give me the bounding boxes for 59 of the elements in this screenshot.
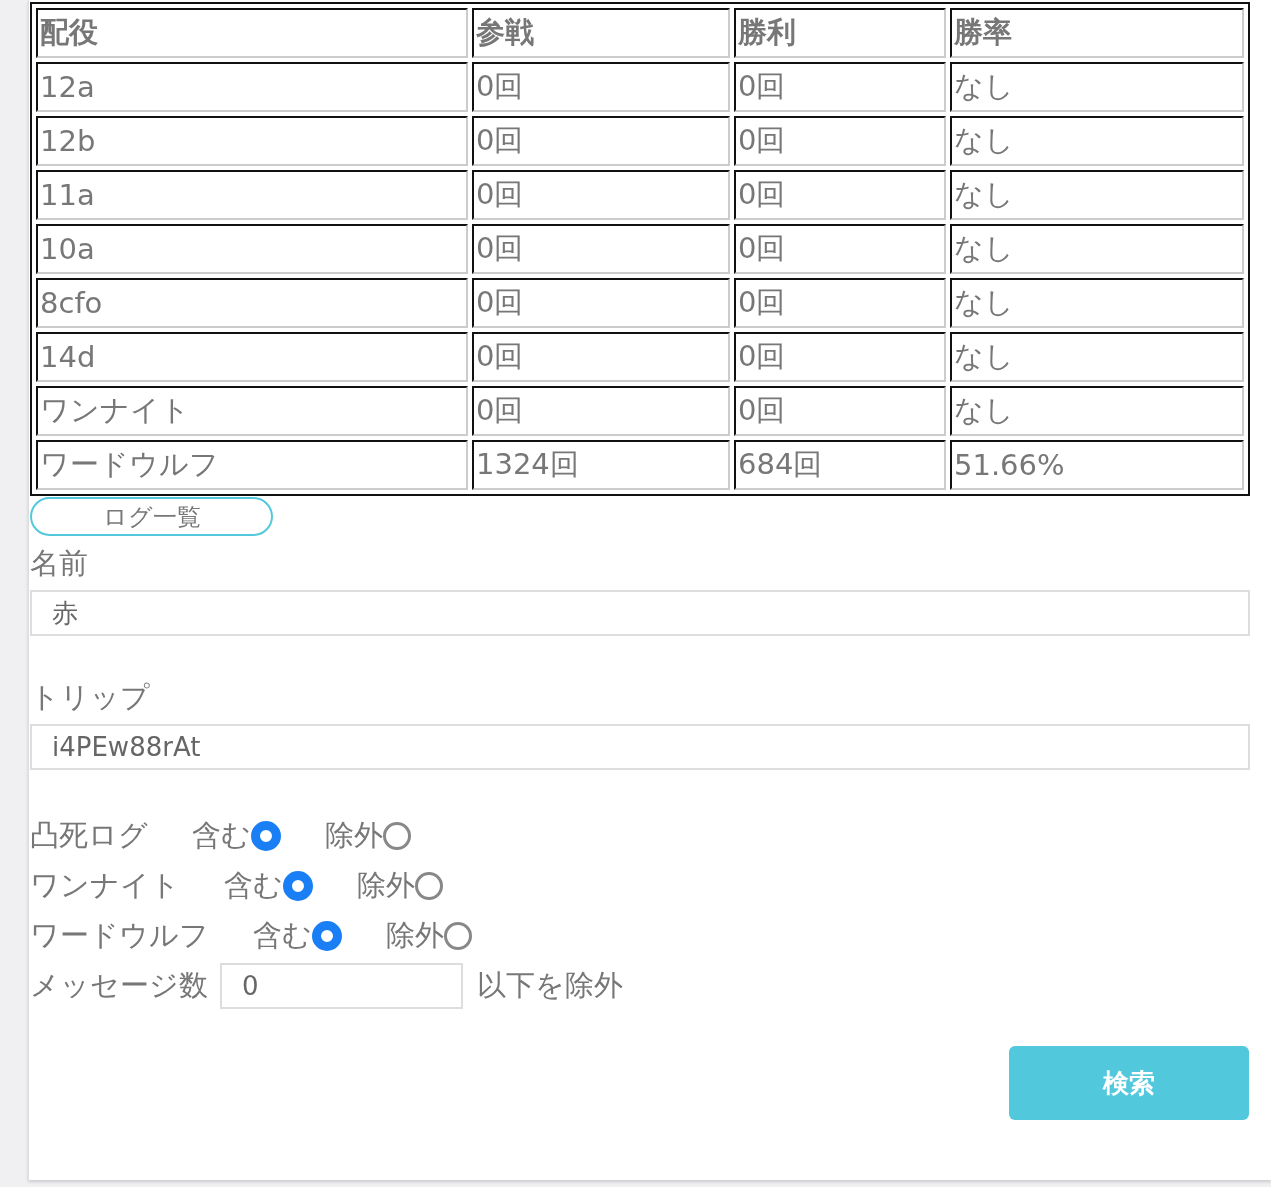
message-count-field[interactable]: 0 [220,963,463,1009]
table-cell: なし [950,116,1244,166]
table-cell: なし [950,332,1244,382]
radio-option[interactable]: 含む [224,866,313,906]
radio-option[interactable]: 除外 [325,816,411,856]
radio-option[interactable]: 除外 [357,866,443,906]
column-header: 勝率 [950,8,1244,58]
radio-button[interactable] [251,821,281,851]
table-cell: 8cfo [36,278,468,328]
table-cell: 0回 [472,332,730,382]
filter-label: メッセージ数 [30,967,208,1004]
table-cell: 11a [36,170,468,220]
table-cell: 10a [36,224,468,274]
trip-field[interactable]: i4PEw88rAt [30,724,1250,770]
table-cell: 0回 [734,224,946,274]
radio-button[interactable] [444,922,472,950]
radio-option[interactable]: 除外 [386,916,472,956]
table-cell: 51.66% [950,440,1244,490]
table-cell: 14d [36,332,468,382]
table-cell: 0回 [734,386,946,436]
radio-button[interactable] [283,871,313,901]
table-cell: 0回 [472,116,730,166]
table-cell: ワンナイト [36,386,468,436]
filter-label: 凸死ログ [30,817,148,854]
table-cell: 0回 [734,116,946,166]
column-header: 参戦 [472,8,730,58]
table-cell: 0回 [472,278,730,328]
radio-button[interactable] [312,921,342,951]
table-cell: 0回 [472,62,730,112]
column-header: 配役 [36,8,468,58]
table-cell: なし [950,62,1244,112]
table-cell: 1324回 [472,440,730,490]
table-cell: なし [950,278,1244,328]
field-label: トリップ [30,679,151,716]
table-cell: 0回 [734,332,946,382]
filter-label: ワンナイト [30,867,180,904]
table-cell: なし [950,224,1244,274]
radio-option[interactable]: 含む [192,816,281,856]
table-cell: 684回 [734,440,946,490]
table-cell: 0回 [472,170,730,220]
filter-label: ワードウルフ [30,917,209,954]
table-cell: なし [950,386,1244,436]
column-header: 勝利 [734,8,946,58]
table-cell: 12a [36,62,468,112]
table-cell: 0回 [472,386,730,436]
filter-suffix: 以下を除外 [477,967,623,1004]
table-cell: 0回 [734,170,946,220]
table-cell: 0回 [734,62,946,112]
radio-option[interactable]: 含む [253,916,342,956]
table-cell: 0回 [734,278,946,328]
log-list-button[interactable]: ログ一覧 [30,497,273,536]
radio-button[interactable] [415,872,443,900]
radio-button[interactable] [383,822,411,850]
table-cell: 12b [36,116,468,166]
table-cell: ワードウルフ [36,440,468,490]
table-cell: 0回 [472,224,730,274]
field-label: 名前 [30,545,89,582]
table-cell: なし [950,170,1244,220]
name-field[interactable]: 赤 [30,590,1250,636]
